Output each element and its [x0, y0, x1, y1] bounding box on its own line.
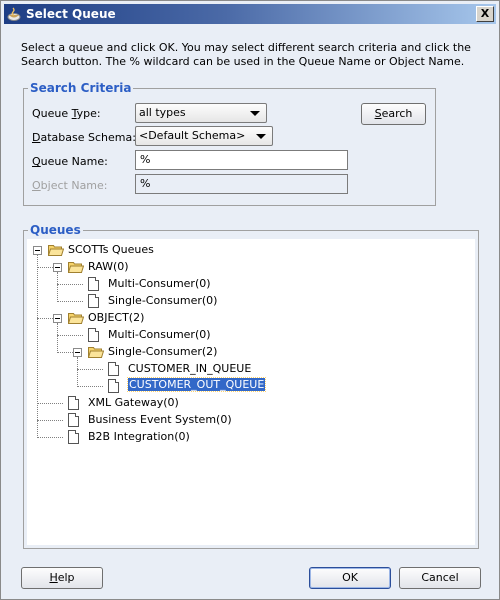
folder-open-icon — [47, 244, 65, 256]
database-schema-select[interactable]: <Default Schema> — [135, 126, 273, 146]
search-button-mnemonic: S — [374, 107, 382, 120]
database-schema-label: Database Schema: — [32, 131, 136, 144]
window-title: Select Queue — [26, 7, 116, 21]
tree-connector — [57, 352, 73, 353]
object-name-label-post: bject Name: — [40, 179, 108, 192]
object-name-input: % — [135, 174, 348, 194]
queue-type-label-post: ype: — [76, 107, 101, 120]
folder-open-icon — [87, 346, 105, 358]
object-name-value: % — [140, 177, 151, 190]
tree-node-label[interactable]: XML Gateway(0) — [88, 396, 179, 409]
tree-connector — [77, 369, 103, 370]
tree-node-label[interactable]: CUSTOMER_IN_QUEUE — [128, 362, 251, 375]
help-button-mnemonic: H — [49, 571, 58, 584]
tree-node-label[interactable]: RAW(0) — [88, 260, 129, 273]
tree-connector — [37, 403, 63, 404]
tree-connector — [57, 284, 83, 285]
ok-button[interactable]: OK — [309, 567, 391, 589]
tree-connector — [37, 267, 53, 268]
title-bar[interactable]: Select Queue X — [4, 4, 496, 24]
collapse-icon[interactable] — [33, 246, 42, 255]
database-schema-label-post: atabase Schema: — [40, 131, 136, 144]
tree-node[interactable]: XML Gateway(0) — [27, 395, 475, 411]
tree-node-label[interactable]: SCOTTs Queues — [68, 243, 154, 256]
queue-type-value: all types — [139, 106, 186, 119]
tree-node-label[interactable]: Multi-Consumer(0) — [108, 328, 211, 341]
folder-open-icon — [67, 312, 85, 324]
tree-node[interactable]: RAW(0) — [27, 259, 475, 275]
tree-node-label[interactable]: B2B Integration(0) — [88, 430, 190, 443]
tree-connector — [57, 272, 58, 302]
help-button-label: elp — [57, 571, 75, 584]
queue-type-select[interactable]: all types — [135, 103, 267, 123]
object-name-label-mnemonic: O — [32, 179, 41, 192]
help-button[interactable]: Help — [21, 567, 103, 589]
tree-node[interactable]: CUSTOMER_OUT_QUEUE — [27, 377, 475, 394]
collapse-icon[interactable] — [53, 263, 62, 272]
object-name-label: Object Name: — [32, 179, 108, 192]
tree-connector — [37, 318, 53, 319]
tree-node-label[interactable]: Single-Consumer(0) — [108, 294, 217, 307]
queue-tree[interactable]: SCOTTs Queues RAW(0) Multi-Consumer(0) Sing… — [27, 239, 475, 545]
tree-node[interactable]: SCOTTs Queues — [27, 242, 475, 258]
tree-node[interactable]: Multi-Consumer(0) — [27, 276, 475, 292]
tree-node[interactable]: Single-Consumer(0) — [27, 293, 475, 309]
tree-node-label[interactable]: Business Event System(0) — [88, 413, 232, 426]
tree-connector — [57, 323, 58, 353]
tree-connector — [77, 357, 78, 387]
queues-group: Queues SCOTTs Queues RAW(0) Multi-Consumer… — [23, 223, 479, 549]
search-button-label: earch — [381, 107, 413, 120]
tree-node[interactable]: Business Event System(0) — [27, 412, 475, 428]
tree-connector — [77, 386, 103, 387]
instructions-text: Select a queue and click OK. You may sel… — [21, 41, 471, 68]
tree-connector — [57, 301, 83, 302]
tree-connector — [37, 420, 63, 421]
select-queue-dialog: Select Queue X Select a queue and click … — [0, 0, 500, 600]
collapse-icon[interactable] — [53, 314, 62, 323]
search-criteria-legend: Search Criteria — [28, 81, 134, 95]
chevron-down-icon — [250, 111, 260, 116]
tree-connector — [37, 437, 63, 438]
queue-name-label-post: ueue Name: — [40, 155, 108, 168]
queue-name-input[interactable]: % — [135, 150, 348, 170]
search-criteria-group: Search Criteria Queue Type: all types Da… — [23, 81, 436, 206]
tree-node[interactable]: B2B Integration(0) — [27, 429, 475, 445]
tree-node-label[interactable]: Multi-Consumer(0) — [108, 277, 211, 290]
search-button[interactable]: Search — [361, 103, 426, 125]
tree-node[interactable]: CUSTOMER_IN_QUEUE — [27, 361, 475, 377]
document-icon — [108, 379, 119, 393]
queue-name-label: Queue Name: — [32, 155, 108, 168]
document-icon — [68, 430, 79, 444]
document-icon — [68, 396, 79, 410]
tree-connector — [37, 255, 38, 438]
document-icon — [88, 277, 99, 291]
queue-name-value: % — [140, 153, 151, 166]
cancel-button[interactable]: Cancel — [399, 567, 481, 589]
java-cup-icon — [7, 7, 21, 21]
queue-name-label-mnemonic: Q — [32, 155, 41, 168]
close-button[interactable]: X — [476, 6, 494, 22]
document-icon — [88, 294, 99, 308]
tree-node-label[interactable]: OBJECT(2) — [88, 311, 144, 324]
document-icon — [68, 413, 79, 427]
document-icon — [108, 362, 119, 376]
collapse-icon[interactable] — [73, 348, 82, 357]
queue-type-label: Queue Type: — [32, 107, 101, 120]
folder-open-icon — [67, 261, 85, 273]
tree-node[interactable]: Single-Consumer(2) — [27, 344, 475, 360]
database-schema-value: <Default Schema> — [139, 129, 246, 142]
tree-connector — [57, 335, 83, 336]
tree-node-label-selected[interactable]: CUSTOMER_OUT_QUEUE — [126, 377, 267, 392]
tree-node[interactable]: OBJECT(2) — [27, 310, 475, 326]
document-icon — [88, 328, 99, 342]
queues-legend: Queues — [28, 223, 83, 237]
queue-type-label-pre: Queue — [32, 107, 72, 120]
tree-node-label[interactable]: Single-Consumer(2) — [108, 345, 217, 358]
tree-node[interactable]: Multi-Consumer(0) — [27, 327, 475, 343]
chevron-down-icon — [256, 134, 266, 139]
